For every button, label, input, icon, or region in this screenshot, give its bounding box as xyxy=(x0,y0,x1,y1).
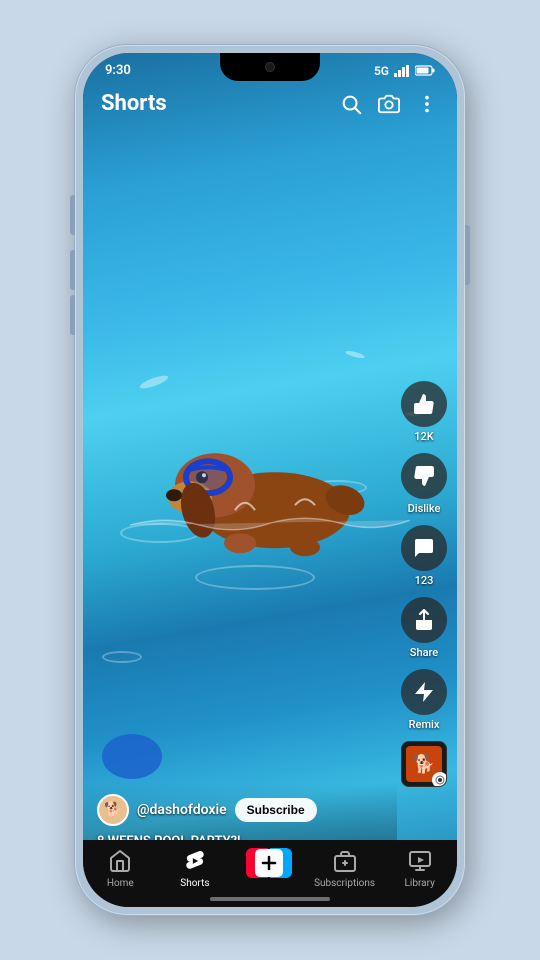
shorts-icon xyxy=(182,848,208,874)
nav-home[interactable]: Home xyxy=(90,848,150,889)
remix-icon-circle xyxy=(401,669,447,715)
notch xyxy=(220,53,320,81)
share-button[interactable]: Share xyxy=(401,597,447,659)
nav-subscriptions[interactable]: Subscriptions xyxy=(314,848,375,889)
comment-count: 123 xyxy=(415,574,434,587)
phone-screen: 9:30 5G Shorts xyxy=(83,53,457,907)
library-icon xyxy=(407,848,433,874)
video-background: 12K Dislike xyxy=(83,53,457,907)
video-area[interactable]: 12K Dislike xyxy=(83,53,457,907)
dog-illustration xyxy=(130,355,410,595)
music-thumb-button[interactable]: 🐕 xyxy=(401,741,447,787)
channel-name: @dashofdoxie xyxy=(137,802,227,818)
home-icon xyxy=(107,848,133,874)
plus-icon xyxy=(261,855,277,871)
nav-create[interactable] xyxy=(239,848,299,878)
dislike-icon-circle xyxy=(401,453,447,499)
phone-frame: 9:30 5G Shorts xyxy=(75,45,465,915)
remix-label: Remix xyxy=(409,718,440,731)
like-icon-circle xyxy=(401,381,447,427)
subscriptions-label: Subscriptions xyxy=(314,878,375,889)
comments-button[interactable]: 123 xyxy=(401,525,447,587)
front-camera xyxy=(265,62,275,72)
comments-icon-circle xyxy=(401,525,447,571)
camera-button[interactable] xyxy=(377,92,401,116)
pool-toy xyxy=(102,734,162,779)
nav-library[interactable]: Library xyxy=(390,848,450,889)
share-label: Share xyxy=(410,646,438,659)
more-options-button[interactable] xyxy=(415,92,439,116)
channel-avatar: 🐕 xyxy=(97,794,129,826)
music-thumbnail: 🐕 xyxy=(401,741,447,787)
home-indicator xyxy=(210,897,330,901)
remix-button[interactable]: Remix xyxy=(401,669,447,731)
action-buttons: 12K Dislike xyxy=(401,381,447,787)
subscriptions-icon xyxy=(332,848,358,874)
library-label: Library xyxy=(405,878,435,889)
subscribe-button[interactable]: Subscribe xyxy=(235,798,317,822)
share-icon-circle xyxy=(401,597,447,643)
top-bar-icons xyxy=(339,92,439,116)
page-title: Shorts xyxy=(101,91,167,116)
like-button[interactable]: 12K xyxy=(401,381,447,443)
dislike-label: Dislike xyxy=(408,502,441,515)
nav-shorts[interactable]: Shorts xyxy=(165,848,225,889)
water-ripple xyxy=(102,651,142,663)
search-button[interactable] xyxy=(339,92,363,116)
like-count: 12K xyxy=(414,430,433,443)
shorts-label: Shorts xyxy=(180,878,209,889)
dislike-button[interactable]: Dislike xyxy=(401,453,447,515)
home-label: Home xyxy=(107,878,134,889)
channel-row: 🐕 @dashofdoxie Subscribe xyxy=(97,794,383,826)
music-thumb-badge xyxy=(432,772,447,787)
